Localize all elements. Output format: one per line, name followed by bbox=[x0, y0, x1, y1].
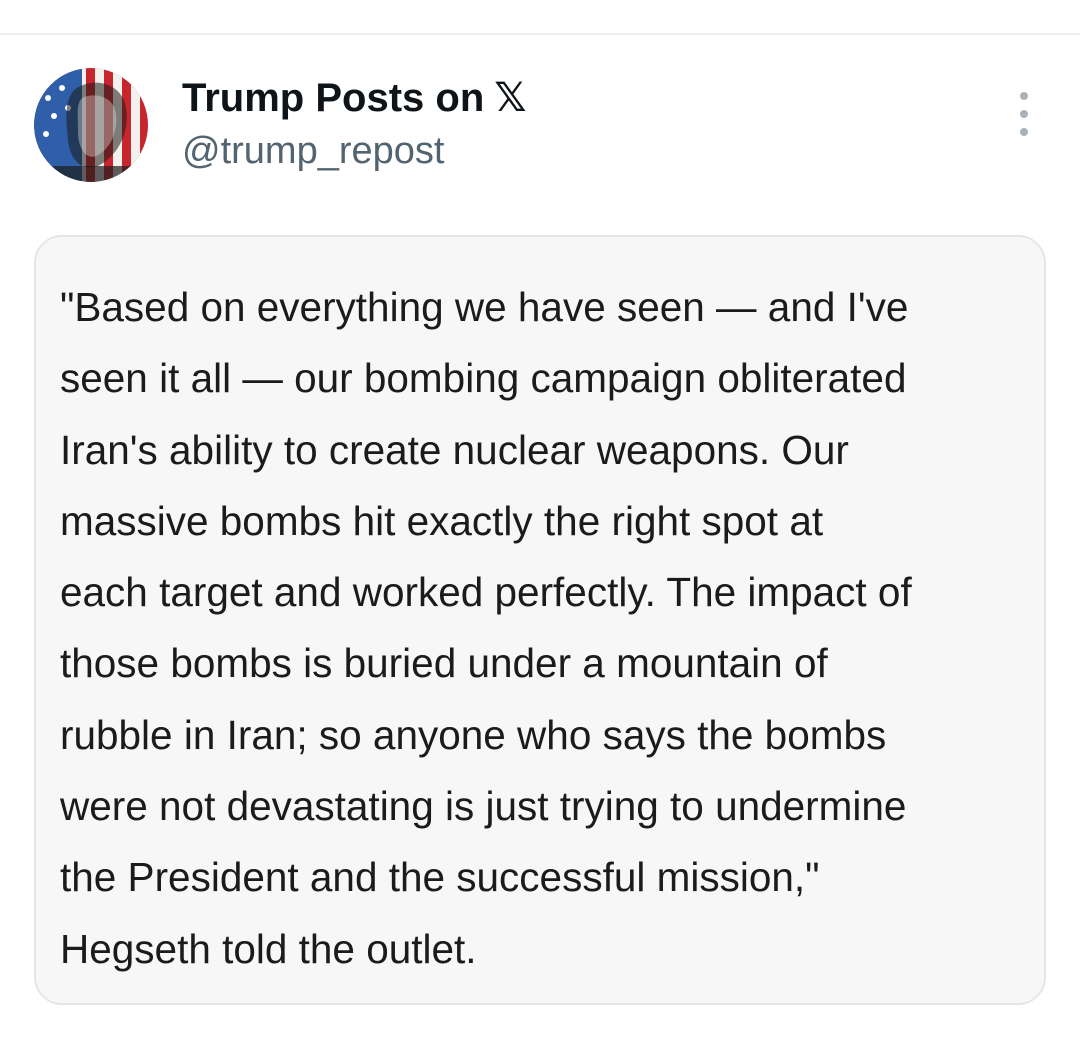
post-page: Trump Posts on 𝕏 @trump_repost "Based on… bbox=[0, 0, 1080, 1047]
quote-line: the President and the successful mission… bbox=[60, 854, 820, 901]
quote-text: "Based on everything we have seen — and … bbox=[60, 272, 1028, 985]
quote-card[interactable]: "Based on everything we have seen — and … bbox=[34, 235, 1046, 1005]
avatar[interactable] bbox=[34, 68, 148, 182]
quote-line: seen it all — our bombing campaign oblit… bbox=[60, 355, 907, 402]
quote-line: each target and worked perfectly. The im… bbox=[60, 569, 912, 616]
quote-line: rubble in Iran; so anyone who says the b… bbox=[60, 711, 887, 758]
x-logo-icon: 𝕏 bbox=[494, 76, 527, 120]
more-vertical-icon-dot bbox=[1020, 110, 1028, 118]
author-name[interactable]: Trump Posts on 𝕏 bbox=[182, 74, 526, 122]
flag-portrait-avatar-icon bbox=[34, 68, 148, 182]
top-divider bbox=[0, 33, 1080, 35]
more-vertical-icon bbox=[1020, 92, 1028, 100]
quote-line: Hegseth told the outlet. bbox=[60, 925, 477, 972]
quote-line: massive bombs hit exactly the right spot… bbox=[60, 497, 824, 544]
quote-line: those bombs is buried under a mountain o… bbox=[60, 640, 828, 687]
author-handle[interactable]: @trump_repost bbox=[182, 128, 526, 174]
post-header: Trump Posts on 𝕏 @trump_repost bbox=[182, 74, 526, 174]
more-vertical-icon-dot bbox=[1020, 128, 1028, 136]
more-options-button[interactable] bbox=[1004, 92, 1044, 136]
quote-line: Iran's ability to create nuclear weapons… bbox=[60, 426, 849, 473]
quote-line: were not devastating is just trying to u… bbox=[60, 783, 907, 830]
author-display-name: Trump Posts on bbox=[182, 76, 485, 120]
quote-line: "Based on everything we have seen — and … bbox=[60, 284, 909, 330]
